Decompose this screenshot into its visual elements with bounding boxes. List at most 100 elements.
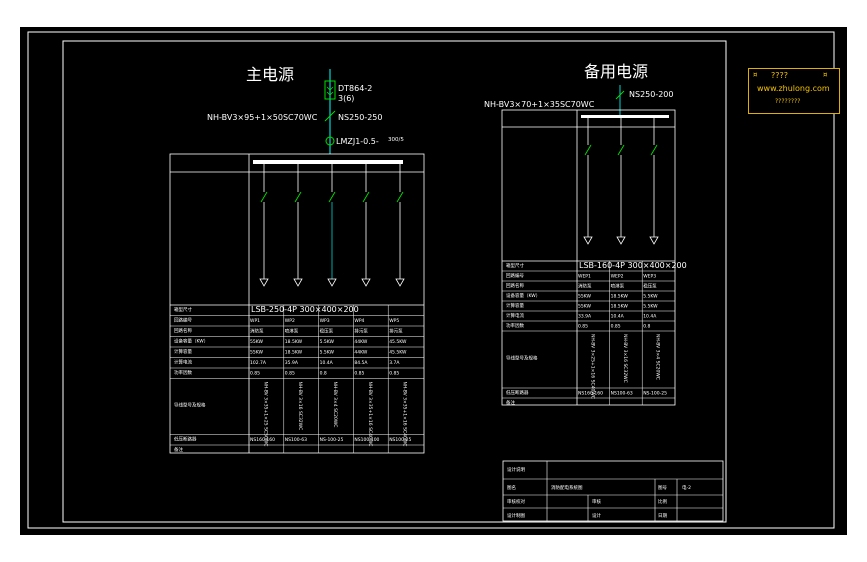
backup-cable: NH-BV3×70+1×35SC70WC <box>484 100 595 109</box>
table-cell: 18.5KW <box>611 304 629 310</box>
load-arrow-symbol <box>361 278 371 287</box>
watermark-logo: ¤ ???? ¤ www.zhulong.com ???????? <box>748 68 840 114</box>
inner-frame <box>62 40 727 523</box>
table-cell: WP1 <box>250 318 260 324</box>
load-arrow-symbol <box>649 236 659 245</box>
drawing-canvas: 主电源 DT864-2 3(6) NH-BV3×95+1×50SC70WC NS… <box>20 27 847 535</box>
table-cell: 44KW <box>354 350 368 356</box>
branch-breaker-symbol <box>584 144 592 156</box>
branch-breaker-symbol <box>650 144 658 156</box>
row-label: 回路编号 <box>506 272 524 279</box>
backup-title: 备用电源 <box>584 62 648 81</box>
table-cell: 稳压泵 <box>320 328 334 335</box>
table-cell: 0.85 <box>578 324 588 330</box>
table-cell: 10.4A <box>611 314 625 320</box>
table-cell: 消防泵 <box>250 328 264 335</box>
tb-scale-label: 比例 <box>658 498 667 505</box>
row-label: 计算电流 <box>174 359 192 366</box>
table-cell: 0.85 <box>611 324 621 330</box>
table-cell: 84.5A <box>354 360 368 366</box>
backup-branch-circuits <box>583 118 659 245</box>
table-cell: 喷淋泵 <box>611 283 625 290</box>
row-label: 功率因数 <box>506 322 524 329</box>
table-cell: 消防泵 <box>578 283 592 290</box>
table-cell: WEP3 <box>643 274 656 280</box>
tb-drawing-no-label: 图号 <box>658 485 667 491</box>
logo-mark-left: ¤ <box>753 71 758 79</box>
main-title: 主电源 <box>246 65 294 84</box>
row-label: 计算电流 <box>506 312 524 319</box>
title-block: 设计说明 图名 消防配电系统图 图号 电-2 审核校对 审核 比例 设计制图 设… <box>502 460 724 522</box>
table-cell: 5.5KW <box>320 350 335 356</box>
ct-ratio: 300/5 <box>388 137 404 143</box>
tb-draw-label: 设计制图 <box>507 512 525 519</box>
table-cell: NS100-63 <box>285 437 307 443</box>
load-arrow-symbol <box>616 236 626 245</box>
table-cell: WP5 <box>389 318 399 324</box>
load-arrow-symbol <box>293 278 303 287</box>
table-cell: 5.5KW <box>320 339 335 345</box>
table-cell: 0.8 <box>320 371 327 377</box>
table-cell: WP2 <box>285 318 295 324</box>
table-cell: NS-100-25 <box>643 391 667 397</box>
table-cell: 0.85 <box>285 371 295 377</box>
table-cell: 5.5KW <box>643 304 658 310</box>
table-cell: NS100-100 <box>354 437 379 443</box>
table-cell: 55KW <box>250 350 264 356</box>
tb-date-label: 日期 <box>658 513 667 519</box>
load-arrow-symbol <box>259 278 269 287</box>
ct-label: LMZJ1-0.5- <box>336 137 379 146</box>
branch-breaker-symbol <box>617 144 625 156</box>
row-label: 功率因数 <box>174 369 192 376</box>
cable-spec: NH-BV 3×25+1×16 SC40WC <box>589 334 595 399</box>
row-label: 箱型尺寸 <box>174 306 192 313</box>
table-cell: 45.5KW <box>389 350 407 356</box>
table-cell: NS160-160 <box>578 391 603 397</box>
table-cell: WEP1 <box>578 274 591 280</box>
table-cell: NS100-63 <box>611 391 633 397</box>
row-label: 低压断路器 <box>506 389 529 396</box>
table-cell: 10.4A <box>320 360 334 366</box>
cable-spec: NH-BV 3×16 SC32WC <box>622 334 628 383</box>
row-label: 箱型尺寸 <box>506 262 524 269</box>
meter-label: DT864-2 <box>338 84 372 93</box>
branch-breaker-symbol <box>294 191 302 203</box>
tb-review-label: 审核校对 <box>507 498 525 505</box>
cable-spec: NH-BV 3×4 SC20WC <box>332 382 338 428</box>
table-cell: 0.8 <box>643 324 650 330</box>
backup-table-rows: 箱型尺寸 LSB-160-4P 300×400×200 回路编号 WEP1 WEP2 WE… <box>502 261 687 406</box>
table-cell: 44KW <box>354 339 368 345</box>
row-label: 低压断路器 <box>174 436 197 443</box>
main-branch-circuits <box>259 164 405 287</box>
row-label: 回路名称 <box>174 327 192 334</box>
table-cell: NS160-160 <box>250 437 275 443</box>
row-label: 备注 <box>506 399 515 406</box>
logo-line3: ???????? <box>775 98 801 105</box>
table-cell: 0.85 <box>250 371 260 377</box>
tb-design-note: 设计说明 <box>507 466 525 473</box>
tb-review: 审核 <box>592 498 601 505</box>
backup-busbar <box>581 115 669 118</box>
table-cell: 喷淋泵 <box>285 328 299 335</box>
row-label: 计算容量 <box>174 348 192 355</box>
table-cell: 0.85 <box>389 371 399 377</box>
tb-drawing-name: 消防配电系统图 <box>551 484 583 491</box>
table-cell: 55KW <box>578 304 592 310</box>
meter-rating: 3(6) <box>338 94 354 103</box>
cable-spec: NH-BV 3×16 SC32WC <box>297 382 303 431</box>
tb-drawing-name-label: 图名 <box>507 484 516 491</box>
cable-spec: NH-BV 3×35+1×16 SC40WC <box>402 382 408 447</box>
load-arrow-symbol <box>395 278 405 287</box>
table-cell: 33.9A <box>578 314 592 320</box>
table-cell: WEP2 <box>611 274 624 280</box>
branch-breaker-symbol <box>396 191 404 203</box>
table-cell: 排污泵 <box>354 328 368 335</box>
logo-mark-right: ¤ <box>823 71 828 79</box>
table-cell: 35.9A <box>285 360 299 366</box>
logo-url: www.zhulong.com <box>757 84 830 93</box>
table-cell: NS100-25 <box>389 437 411 443</box>
table-cell: WP3 <box>320 318 330 324</box>
logo-line1: ???? <box>771 71 788 80</box>
branch-breaker-symbol <box>260 191 268 203</box>
table-cell: 5.5KW <box>643 294 658 300</box>
